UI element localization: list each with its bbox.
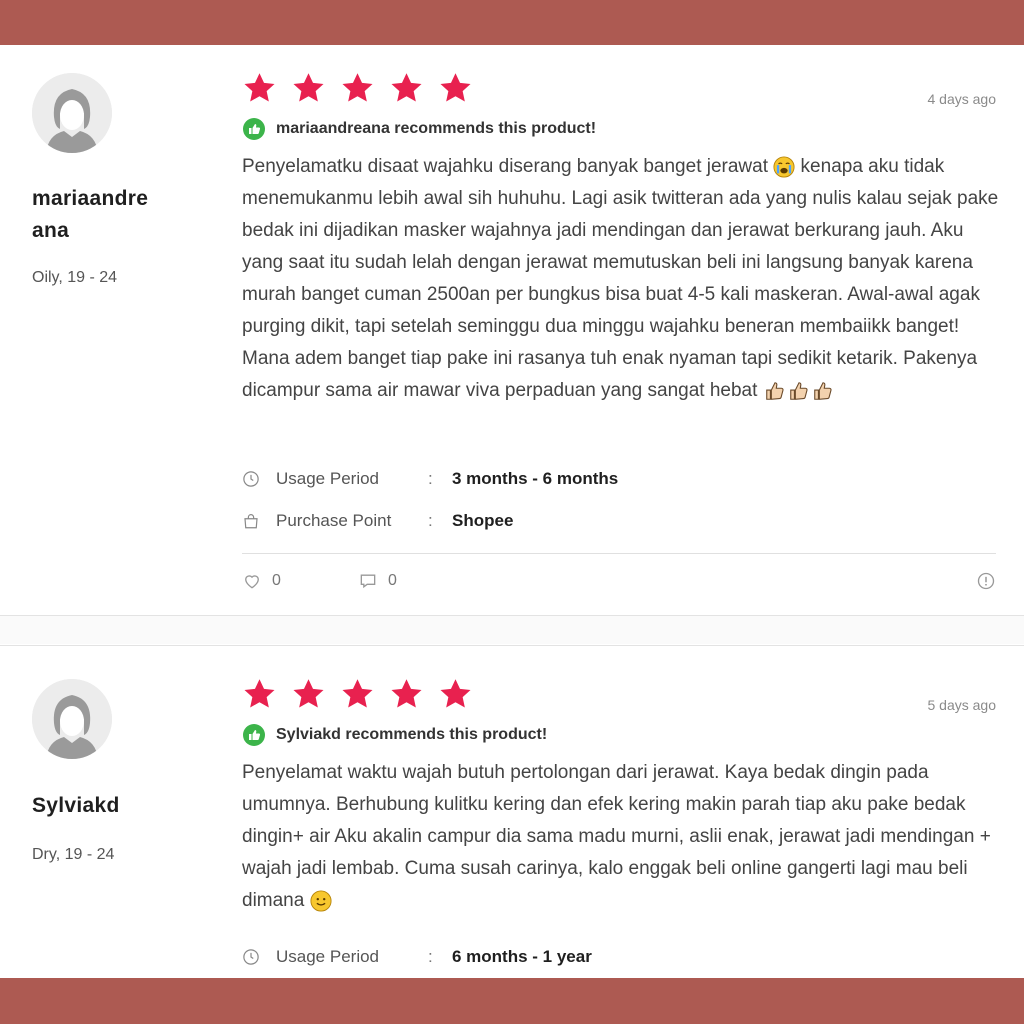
recommend-text: mariaandreana recommends this product! [276,120,597,137]
username[interactable]: Sylviakd [32,790,182,822]
card-separator [0,616,1024,644]
usage-period-row: Usage Period : 3 months - 6 months [242,469,618,489]
recommend-text: Sylviakd recommends this product! [276,726,548,743]
star-icon [342,679,373,708]
username[interactable]: mariaandre ana [32,183,182,247]
like-button[interactable]: 0 [242,571,358,591]
user-icon [32,73,112,153]
recommend-line: Sylviakd recommends this product! [242,723,547,747]
review-text: Penyelamatku disaat wajahku diserang ban… [242,156,999,401]
star-icon [391,679,422,708]
usage-period-value: 6 months - 1 year [452,947,592,966]
star-icon [244,73,275,102]
comment-button[interactable]: 0 [358,571,397,591]
skin-profile: Dry, 19 - 24 [32,846,115,863]
report-button[interactable] [976,571,996,591]
top-band [0,0,1024,45]
star-icon [244,679,275,708]
clock-icon [243,471,259,487]
thumbs-up-circle-icon [243,724,265,746]
usage-period-label: Usage Period [276,947,380,966]
review-text: Penyelamat waktu wajah butuh pertolongan… [242,762,991,912]
review-actions: 0 0 [242,571,996,591]
review-date: 5 days ago [927,697,997,713]
smiling-face-icon [310,890,332,912]
bottom-band [0,978,1024,1024]
crying-face-icon [773,156,795,178]
comment-icon[interactable] [358,571,378,591]
thumbs-up-icon [813,382,832,400]
review-card: Sylviakd Dry, 19 - 24 5 days ago Sylviak… [0,645,1024,979]
recommend-line: mariaandreana recommends this product! [242,117,596,141]
star-icon [391,73,422,102]
star-icon [293,679,324,708]
usage-period-label: Usage Period [276,469,380,488]
star-rating [242,71,473,106]
thumbs-up-icon [765,382,784,400]
thumbs-up-emoji-group [763,380,835,401]
comment-count: 0 [388,572,397,589]
heart-icon[interactable] [242,571,262,591]
shopping-bag-icon [244,514,258,529]
report-icon[interactable] [976,571,996,591]
avatar [32,679,112,759]
review-card: mariaandre ana Oily, 19 - 24 4 days ago m… [0,45,1024,616]
divider [242,553,996,554]
skin-profile: Oily, 19 - 24 [32,269,118,286]
like-count: 0 [272,572,281,589]
usage-period-row: Usage Period : 6 months - 1 year [242,947,592,967]
user-icon [32,679,112,759]
star-icon [440,73,471,102]
clock-icon [243,949,259,965]
thumbs-up-circle-icon [243,118,265,140]
star-rating [242,677,473,712]
purchase-point-value: Shopee [452,511,514,530]
thumbs-up-icon [789,382,808,400]
star-icon [440,679,471,708]
usage-period-value: 3 months - 6 months [452,469,619,488]
review-date: 4 days ago [927,91,997,107]
star-icon [342,73,373,102]
purchase-point-row: Purchase Point : Shopee [242,511,513,531]
star-icon [293,73,324,102]
avatar [32,73,112,153]
purchase-point-label: Purchase Point [276,511,392,530]
